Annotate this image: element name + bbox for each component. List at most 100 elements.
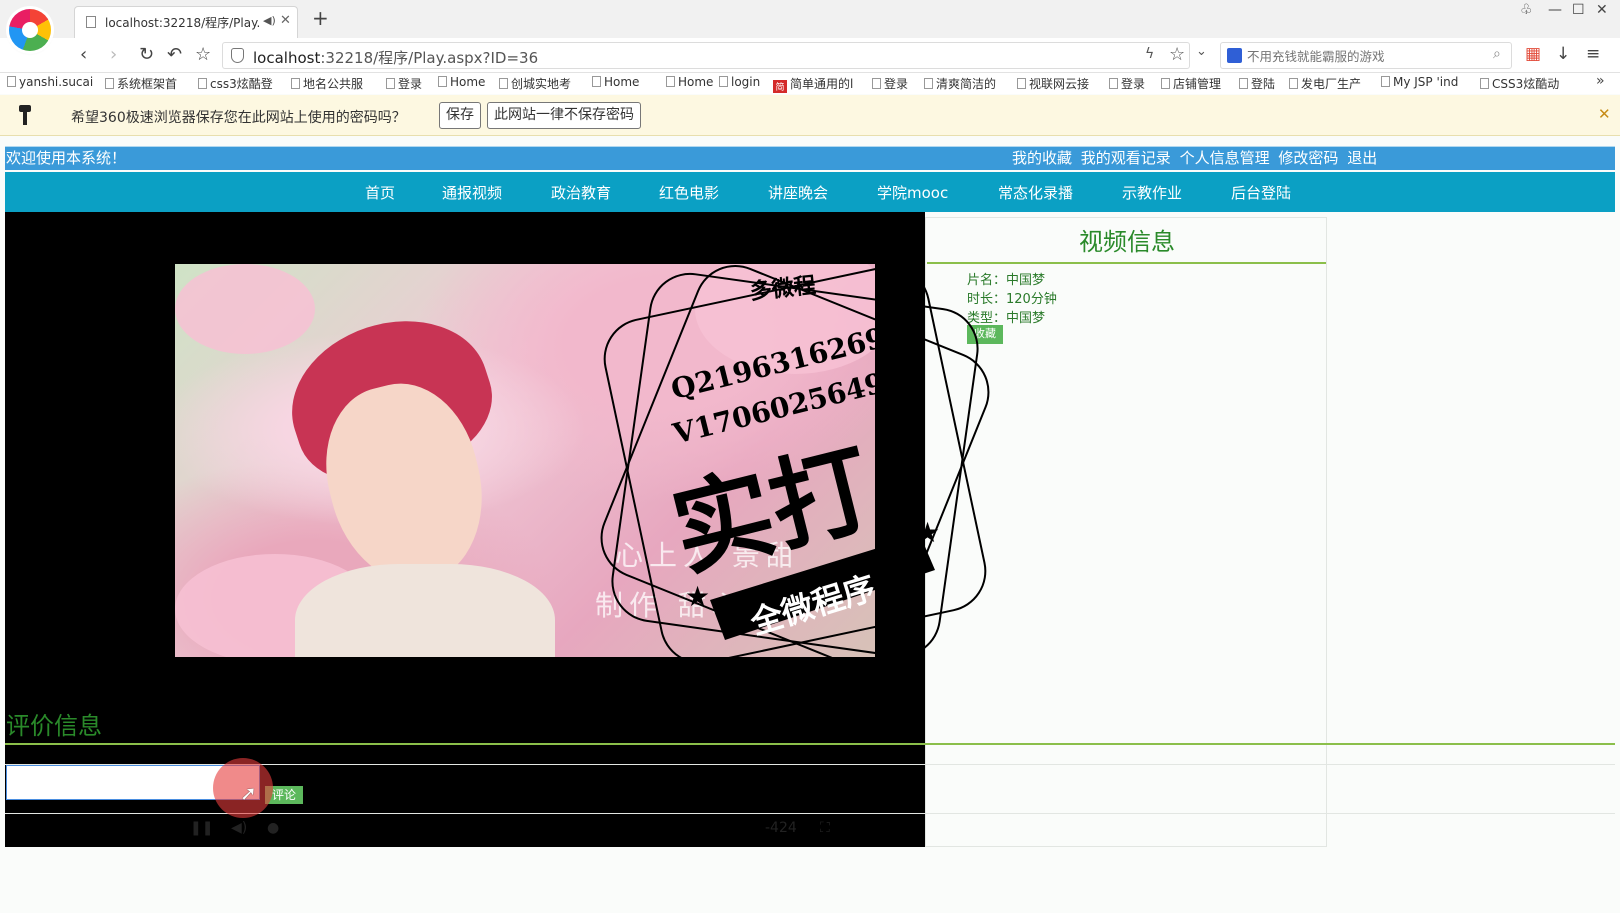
divider bbox=[5, 743, 1615, 745]
new-tab-button[interactable]: + bbox=[312, 6, 329, 30]
back-icon[interactable]: ‹ bbox=[80, 44, 87, 66]
save-password-button[interactable]: 保存 bbox=[439, 102, 481, 129]
bookmark-label: 登录 bbox=[884, 77, 909, 91]
tab-title: localhost:32218/程序/Play. bbox=[105, 16, 261, 30]
page-icon bbox=[105, 78, 114, 89]
page-icon bbox=[1239, 78, 1248, 89]
bookmark-item[interactable]: 地名公共服 bbox=[291, 75, 363, 92]
menu-item-mooc[interactable]: 学院mooc bbox=[877, 182, 948, 203]
page-icon bbox=[1017, 78, 1026, 89]
bookmark-item[interactable]: css3炫酷登 bbox=[198, 75, 273, 92]
undo-icon[interactable]: ↶ bbox=[167, 44, 182, 66]
menu-item-admin-login[interactable]: 后台登陆 bbox=[1231, 182, 1291, 203]
minimize-icon[interactable]: — bbox=[1548, 2, 1562, 18]
bookmark-item[interactable]: 登录 bbox=[872, 75, 908, 92]
close-tab-icon[interactable]: ✕ bbox=[280, 13, 291, 28]
browser-tab[interactable]: localhost:32218/程序/Play. ◀) ✕ bbox=[74, 6, 298, 38]
progress-dot[interactable]: ● bbox=[267, 820, 279, 836]
bookmark-item[interactable]: Home bbox=[666, 75, 713, 89]
bookmark-label: 登录 bbox=[1121, 77, 1146, 91]
bookmark-item[interactable]: 发电厂生产 bbox=[1289, 75, 1361, 92]
menu-item-political[interactable]: 政治教育 bbox=[551, 182, 611, 203]
review-title: 评价信息 bbox=[6, 712, 102, 740]
reload-icon[interactable]: ↻ bbox=[139, 44, 154, 66]
bookmark-item[interactable]: 系统框架首 bbox=[105, 75, 177, 92]
page-icon bbox=[719, 76, 728, 87]
page-icon bbox=[1289, 78, 1298, 89]
menu-item-home[interactable]: 首页 bbox=[365, 182, 395, 203]
bookmark-item[interactable]: CSS3炫酷动 bbox=[1480, 75, 1559, 92]
collect-button[interactable]: 收藏 bbox=[967, 325, 1003, 344]
bookmark-star-icon[interactable]: ☆ bbox=[1169, 44, 1185, 65]
bookmark-label: Home bbox=[678, 75, 714, 89]
menu-item-recording[interactable]: 常态化录播 bbox=[998, 182, 1073, 203]
page-icon bbox=[386, 78, 395, 89]
divider bbox=[927, 262, 1326, 264]
url-text[interactable]: localhost:32218/程序/Play.aspx?ID=36 bbox=[253, 47, 538, 68]
key-icon bbox=[19, 105, 31, 125]
page-icon bbox=[1381, 76, 1390, 87]
page-icon bbox=[666, 76, 675, 87]
bookmark-label: 创城实地考 bbox=[511, 77, 572, 91]
download-icon[interactable]: ↓ bbox=[1556, 44, 1570, 64]
link-watch-history[interactable]: 我的观看记录 bbox=[1081, 149, 1171, 167]
favorite-icon[interactable]: ☆ bbox=[195, 44, 211, 66]
menu-item-homework[interactable]: 示教作业 bbox=[1122, 182, 1182, 203]
search-input[interactable] bbox=[1247, 46, 1477, 66]
bookmark-item[interactable]: 登录 bbox=[386, 75, 422, 92]
never-save-button[interactable]: 此网站一律不保存密码 bbox=[487, 102, 641, 129]
menu-item-lecture[interactable]: 讲座晚会 bbox=[768, 182, 828, 203]
link-logout[interactable]: 退出 bbox=[1347, 149, 1377, 167]
link-profile[interactable]: 个人信息管理 bbox=[1180, 149, 1270, 167]
menu-icon[interactable]: ≡ bbox=[1586, 44, 1600, 64]
bookmark-label: css3炫酷登 bbox=[210, 77, 273, 91]
bookmarks-bar: yanshi.sucai 系统框架首 css3炫酷登 地名公共服 登录 Home 创城实地考… bbox=[0, 73, 1620, 94]
bookmark-item[interactable]: My JSP 'ind bbox=[1381, 75, 1458, 89]
apps-icon[interactable]: ▦ bbox=[1525, 44, 1541, 64]
forward-icon[interactable]: › bbox=[110, 44, 117, 66]
bookmark-item[interactable]: 视联网云接 bbox=[1017, 75, 1089, 92]
bookmark-item[interactable]: 清爽简洁的 bbox=[924, 75, 996, 92]
menu-item-red-movie[interactable]: 红色电影 bbox=[659, 182, 719, 203]
bookmark-item[interactable]: 简简单通用的l bbox=[773, 75, 853, 93]
bookmark-item[interactable]: 登陆 bbox=[1239, 75, 1275, 92]
bookmark-item[interactable]: Home bbox=[592, 75, 639, 89]
close-window-icon[interactable]: ✕ bbox=[1596, 2, 1608, 18]
link-favorites[interactable]: 我的收藏 bbox=[1012, 149, 1072, 167]
pause-icon[interactable]: ❚❚ bbox=[190, 820, 213, 836]
bookmark-item[interactable]: login bbox=[719, 75, 760, 89]
close-infobar-icon[interactable]: ✕ bbox=[1598, 105, 1611, 123]
volume-icon[interactable]: ◀) bbox=[231, 820, 247, 836]
menu-item-notice-video[interactable]: 通报视频 bbox=[442, 182, 502, 203]
fullscreen-icon[interactable]: ⛶ bbox=[820, 820, 830, 836]
search-box[interactable]: ⌕ bbox=[1220, 42, 1512, 69]
security-shield-icon bbox=[231, 48, 244, 63]
video-player[interactable]: 心上人 景甜 制作 甜心小妆 ❚❚ ◀) ● -424 ⛶ bbox=[5, 212, 925, 847]
bookmark-label: Home bbox=[604, 75, 640, 89]
bookmark-item[interactable]: 创城实地考 bbox=[499, 75, 571, 92]
bookmark-item[interactable]: 登录 bbox=[1109, 75, 1145, 92]
video-duration: 时长：120分钟 bbox=[967, 292, 1057, 307]
browser-logo[interactable] bbox=[9, 9, 51, 51]
link-change-password[interactable]: 修改密码 bbox=[1278, 149, 1338, 167]
video-controls: ❚❚ ◀) ● -424 ⛶ bbox=[5, 812, 925, 847]
maximize-icon[interactable]: ☐ bbox=[1572, 2, 1585, 18]
url-bar[interactable]: localhost:32218/程序/Play.aspx?ID=36 ϟ ☆ bbox=[222, 42, 1190, 69]
bookmark-item[interactable]: Home bbox=[438, 75, 485, 89]
bookmark-item[interactable]: yanshi.sucai bbox=[7, 75, 93, 89]
audio-icon[interactable]: ◀) bbox=[263, 14, 276, 27]
page-icon bbox=[1480, 78, 1489, 89]
bookmark-item[interactable]: 店铺管理 bbox=[1161, 75, 1221, 92]
bookmark-label: My JSP 'ind bbox=[1393, 75, 1459, 89]
search-icon[interactable]: ⌕ bbox=[1493, 46, 1501, 62]
bookmark-label: CSS3炫酷动 bbox=[1492, 77, 1560, 91]
bookmark-label: 发电厂生产 bbox=[1301, 77, 1362, 91]
page-icon bbox=[499, 78, 508, 89]
video-frame[interactable]: 心上人 景甜 制作 甜心小妆 bbox=[175, 264, 875, 657]
page-icon bbox=[438, 76, 447, 87]
page-icon bbox=[86, 16, 96, 28]
lightning-icon[interactable]: ϟ bbox=[1145, 46, 1154, 62]
bookmarks-overflow-icon[interactable]: » bbox=[1596, 73, 1605, 89]
chevron-down-icon[interactable]: ⌄ bbox=[1196, 44, 1207, 59]
skin-icon[interactable]: ♧ bbox=[1520, 2, 1533, 18]
